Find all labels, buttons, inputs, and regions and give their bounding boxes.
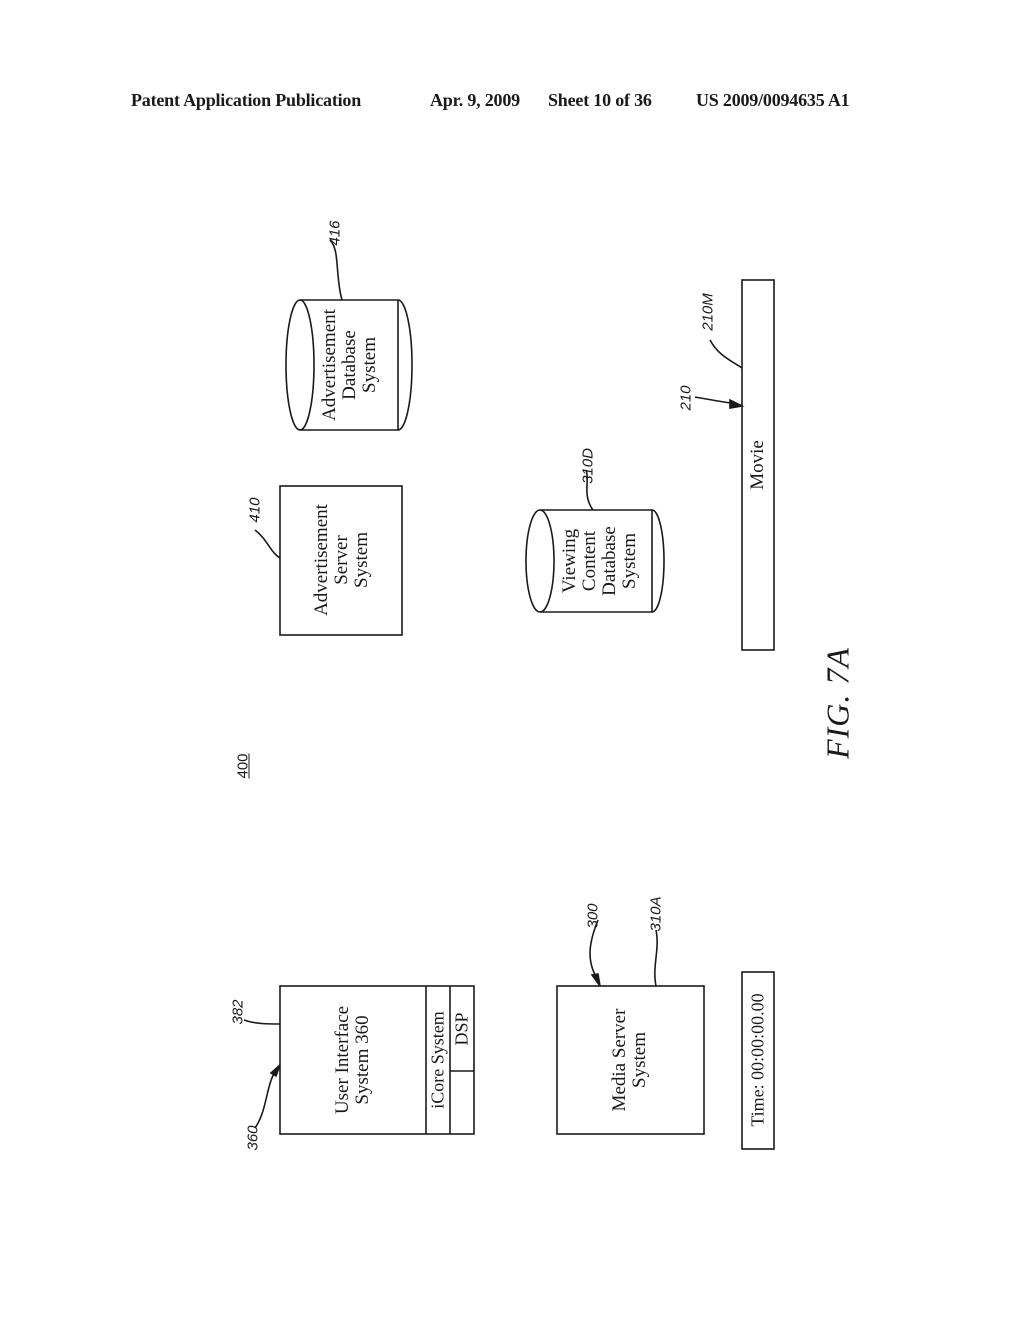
ad-server-line3: System: [350, 532, 372, 588]
ref-310a-leader: [654, 929, 658, 987]
ref-210m: 210M: [699, 293, 717, 331]
viewing-database-line3: Database: [599, 526, 620, 596]
viewing-database-line1: Viewing: [559, 528, 581, 594]
icore-label: iCore System: [427, 1011, 448, 1109]
ref-300-leader: [589, 919, 599, 981]
media-server-line1: Media Server: [609, 1008, 631, 1112]
ref-360-leader: [254, 1067, 279, 1129]
ad-database-line2: Database: [339, 330, 361, 400]
user-interface-line1: User Interface: [332, 1005, 354, 1115]
ad-server-line2: Server: [331, 535, 353, 585]
ref-416-leader: [329, 239, 343, 301]
viewing-database-label: Viewing Content Database System: [559, 526, 640, 596]
ad-server-line1: Advertisement: [311, 504, 333, 616]
viewing-database-line4: System: [618, 533, 640, 589]
ad-database-bottom: [397, 299, 413, 431]
ad-database-top: [285, 299, 315, 431]
ref-210: 210: [677, 385, 695, 411]
ref-382-leader: [243, 1019, 281, 1025]
ref-410-leader: [254, 529, 281, 559]
ref-382: 382: [229, 999, 247, 1025]
figure-drawing: [243, 239, 775, 1150]
viewing-database-bottom: [651, 509, 665, 613]
ref-210-arrowhead: [729, 398, 745, 409]
user-interface-line2: System 360: [352, 1015, 373, 1105]
ad-server-label: Advertisement Server System: [311, 504, 372, 616]
system-ref-400: 400: [234, 753, 252, 779]
movie-label: Movie: [747, 440, 769, 490]
media-server-line2: System: [629, 1032, 650, 1088]
ref-310d: 310D: [579, 448, 597, 484]
ad-database-line3: System: [358, 337, 380, 393]
user-interface-label: User Interface System 360: [332, 1005, 373, 1115]
ref-300: 300: [584, 903, 602, 929]
figure-caption: FIG. 7A: [819, 647, 856, 759]
viewing-database-top: [525, 509, 555, 613]
ref-416: 416: [326, 220, 344, 246]
dsp-label: DSP: [451, 1012, 472, 1046]
media-server-label: Media Server System: [609, 1008, 650, 1112]
ref-360: 360: [244, 1125, 262, 1151]
viewing-database-line2: Content: [579, 530, 601, 592]
time-display-label: Time: 00:00:00.00: [747, 993, 768, 1127]
ref-410: 410: [246, 497, 264, 523]
ref-300-arrowhead: [590, 973, 601, 987]
ref-360-arrowhead: [269, 1064, 281, 1078]
ad-database-line1: Advertisement: [319, 309, 341, 421]
ref-210m-leader: [709, 339, 743, 369]
ad-database-label: Advertisement Database System: [319, 309, 380, 421]
ref-310a: 310A: [647, 896, 665, 932]
